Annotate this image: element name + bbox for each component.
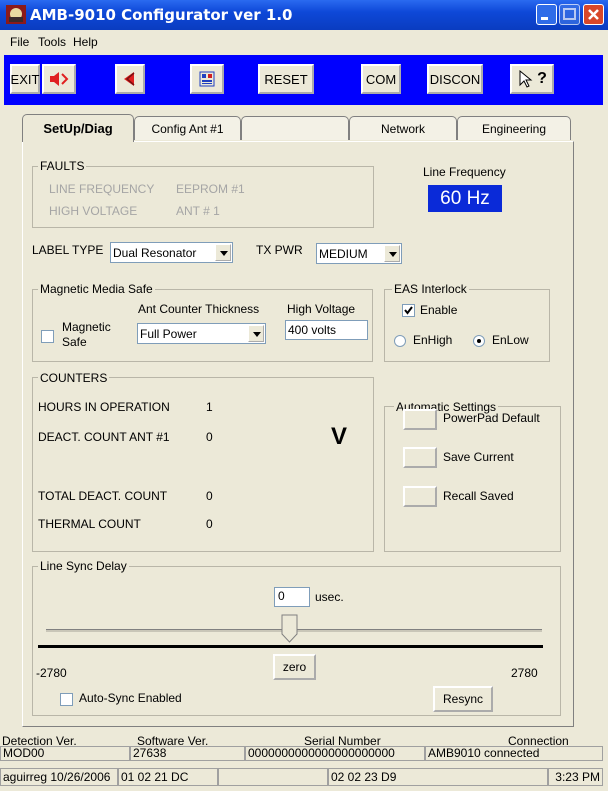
powerpad-default-button[interactable] [403,409,437,430]
eas-enable-label: Enable [420,303,458,317]
eas-interlock-group [384,289,550,362]
status-user-date: aguirreg 10/26/2006 [0,768,118,786]
checkmark-icon [404,306,413,315]
close-button[interactable] [583,4,604,25]
status-panel-empty [218,768,328,786]
status-code-2: 02 02 23 D9 [328,768,548,786]
zero-button[interactable]: zero [273,654,316,680]
software-ver-value: 27638 [130,746,245,761]
save-current-label: Save Current [443,450,514,464]
minimize-icon [541,17,548,20]
chevron-down-icon[interactable] [384,245,400,262]
ant-counter-thickness-label: Ant Counter Thickness [138,302,260,316]
enlow-radio[interactable] [473,335,485,347]
minimize-button[interactable] [536,4,557,25]
status-time: 3:23 PM [548,768,603,786]
line-frequency-display: 60 Hz [428,185,502,212]
total-deact-count-value: 0 [206,489,213,503]
reset-button[interactable]: RESET [258,64,314,94]
deact-count-ant-label: DEACT. COUNT ANT #1 [38,430,170,444]
auto-sync-label: Auto-Sync Enabled [79,691,182,705]
faults-title: FAULTS [38,159,87,173]
save-current-button[interactable] [403,447,437,468]
detection-ver-value: MOD00 [0,746,130,761]
slider-thumb[interactable] [280,614,300,644]
connection-value: AMB9010 connected [425,746,603,761]
discon-button[interactable]: DISCON [427,64,483,94]
chevron-down-icon[interactable] [248,325,264,342]
auto-sync-checkbox[interactable] [60,693,73,706]
faults-group [32,166,374,228]
diagnostic-icon [199,71,215,87]
line-frequency-label: Line Frequency [423,165,506,179]
tab-setup-diag[interactable]: SetUp/Diag [22,114,134,142]
menu-tools[interactable]: Tools [38,35,66,49]
fault-eeprom: EEPROM #1 [176,182,245,196]
ant-counter-thickness-value: Full Power [140,327,197,341]
deact-count-ant-value: 0 [206,430,213,444]
hours-in-operation-value: 1 [206,400,213,414]
ant-counter-thickness-select[interactable]: Full Power [137,323,266,344]
tx-pwr-value: MEDIUM [319,247,368,261]
total-deact-count-label: TOTAL DEACT. COUNT [38,489,168,503]
thermal-count-value: 0 [206,517,213,531]
line-sync-min-label: -2780 [36,666,67,680]
line-sync-range-bar [38,645,543,648]
line-sync-delay-title: Line Sync Delay [38,559,129,573]
speaker-red-icon [50,72,69,86]
recall-saved-button[interactable] [403,486,437,507]
exit-button[interactable]: EXIT [10,64,40,94]
tab-engineering[interactable]: Engineering [457,116,571,140]
menu-file[interactable]: File [10,35,29,49]
eas-interlock-title: EAS Interlock [392,282,469,296]
magnetic-safe-label-line1: Magnetic [62,320,111,334]
speaker-red-icon [124,72,135,86]
fault-high-voltage: HIGH VOLTAGE [49,204,138,218]
app-icon [6,5,26,24]
fault-ant: ANT # 1 [176,204,220,218]
line-sync-delay-input[interactable]: 0 [274,587,310,607]
counters-title: COUNTERS [38,371,110,385]
help-question-glyph: ? [537,70,547,87]
tx-pwr-label: TX PWR [256,243,303,257]
serial-number-value: 0000000000000000000000 [245,746,425,761]
fault-line-frequency: LINE FREQUENCY [49,182,155,196]
com-button[interactable]: COM [361,64,401,94]
menu-help[interactable]: Help [73,35,98,49]
magnetic-media-safe-title: Magnetic Media Safe [38,282,155,296]
tab-network[interactable]: Network [349,116,457,140]
speaker-next-button[interactable] [115,64,145,94]
chevron-down-icon[interactable] [215,244,231,261]
status-indicator: V [331,423,348,450]
magnetic-safe-label-line2: Safe [62,335,87,349]
recall-saved-label: Recall Saved [443,489,514,503]
speaker-prev-button[interactable] [42,64,76,94]
powerpad-default-label: PowerPad Default [443,411,540,425]
high-voltage-field[interactable]: 400 volts [285,320,368,340]
close-icon [588,9,599,20]
enlow-label: EnLow [492,333,529,347]
diagnostic-button[interactable] [190,64,224,94]
thermal-count-label: THERMAL COUNT [38,517,141,531]
hours-in-operation-label: HOURS IN OPERATION [38,400,170,414]
label-type-value: Dual Resonator [113,246,197,260]
high-voltage-label: High Voltage [287,302,356,316]
window-title: AMB-9010 Configurator ver 1.0 [30,6,293,24]
context-help-button[interactable]: ? [510,64,554,94]
tx-pwr-select[interactable]: MEDIUM [316,243,402,264]
line-sync-max-label: 2780 [511,666,538,680]
maximize-icon [563,8,576,20]
line-sync-unit-label: usec. [315,590,344,604]
tab-config-ant-1[interactable]: Config Ant #1 [134,116,241,140]
eas-enable-checkbox[interactable] [402,304,415,317]
enhigh-radio[interactable] [394,335,406,347]
maximize-button[interactable] [559,4,580,25]
tab-blank[interactable] [241,116,349,140]
magnetic-safe-checkbox[interactable] [41,330,54,343]
status-code-1: 01 02 21 DC [118,768,218,786]
label-type-label: LABEL TYPE [32,243,104,257]
resync-button[interactable]: Resync [433,686,493,712]
enhigh-label: EnHigh [413,333,453,347]
label-type-select[interactable]: Dual Resonator [110,242,233,263]
